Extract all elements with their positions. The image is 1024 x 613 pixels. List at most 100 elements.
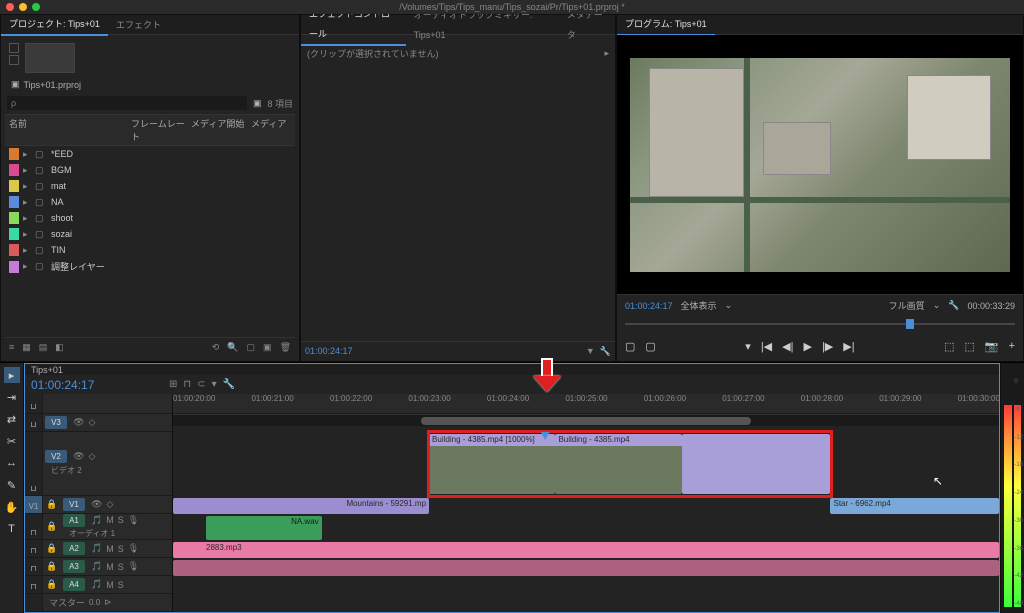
wrench-icon[interactable]: 🔧 [600, 346, 611, 356]
clip-mountains[interactable]: Mountains - 59291.mp [173, 498, 429, 514]
filter-icon[interactable]: ▼ [586, 346, 595, 356]
step-back-button[interactable]: ◀| [782, 340, 793, 353]
wrench-icon[interactable]: 🔧 [948, 300, 959, 311]
lock-icon[interactable]: ◇ [106, 499, 113, 510]
track-v2-badge[interactable]: V2 [45, 450, 67, 463]
new-item-icon[interactable]: ▣ [263, 342, 272, 353]
search-input[interactable] [7, 96, 247, 110]
clear-icon[interactable]: 🗑 [280, 342, 291, 353]
hand-tool[interactable]: ✋ [4, 499, 20, 515]
sort-icon[interactable]: ◧ [55, 342, 64, 353]
col-name[interactable]: 名前 [9, 117, 131, 143]
icon-view-toggle[interactable]: ▦ [22, 342, 31, 353]
step-forward-button[interactable]: |▶ [822, 340, 833, 353]
slip-tool[interactable]: ↔ [4, 455, 20, 471]
razor-tool[interactable]: ✂ [4, 433, 20, 449]
track-v3-badge[interactable]: V3 [45, 416, 67, 429]
col-media-start[interactable]: メディア開始 [191, 117, 251, 143]
track-a1-badge[interactable]: A1 [63, 514, 85, 527]
list-view-icon[interactable] [9, 43, 19, 53]
bin-row[interactable]: ▸▢sozai [5, 226, 295, 242]
icon-view-icon[interactable] [9, 55, 19, 65]
timeline-timecode[interactable]: 01:00:24:17 [31, 378, 161, 392]
col-framerate[interactable]: フレームレート [131, 117, 191, 143]
clip-star[interactable]: Star - 6962.mp4 [830, 498, 999, 514]
ripple-edit-tool[interactable]: ⇄ [4, 411, 20, 427]
lift-button[interactable]: ⬚ [944, 340, 954, 353]
toggle-output-icon[interactable]: 👁 [73, 451, 84, 462]
tab-effects[interactable]: エフェクト [108, 15, 169, 35]
clip-na-audio[interactable]: NA.wav [206, 516, 322, 540]
maximize-window-button[interactable] [32, 3, 40, 11]
toggle-output-icon[interactable]: 👁 [73, 417, 84, 428]
find-icon[interactable]: 🔍 [227, 342, 238, 353]
tab-program[interactable]: プログラム: Tips+01 [617, 14, 715, 36]
go-to-out-button[interactable]: ▶| [843, 340, 854, 353]
bin-row[interactable]: ▸▢mat [5, 178, 295, 194]
track-a2-badge[interactable]: A2 [63, 542, 85, 555]
clip-video-purple[interactable] [682, 434, 831, 494]
sequence-thumbnail[interactable] [25, 43, 75, 73]
toggle-output-icon[interactable]: 👁 [91, 499, 102, 510]
go-to-in-button[interactable]: |◀ [761, 340, 772, 353]
link-icon[interactable]: ⊂ [197, 379, 205, 390]
clip-audio-a3[interactable] [173, 560, 999, 576]
chevron-down-icon[interactable]: ⌄ [725, 300, 733, 311]
list-view-toggle[interactable]: ≡ [9, 342, 14, 353]
program-timecode-left[interactable]: 01:00:24:17 [625, 301, 673, 311]
sequence-tab[interactable]: Tips+01 [31, 365, 63, 375]
track-headers: ⊔ ⊔ V3 👁◇ ⊔ V2 👁◇ ビデオ 2 [25, 394, 173, 612]
timeline-scrollbar[interactable] [173, 414, 999, 426]
program-timecode-right: 00:00:33:29 [967, 301, 1015, 311]
type-tool[interactable]: T [4, 521, 20, 537]
clip-building-1[interactable]: Building - 4385.mp4 [1000%] [429, 434, 555, 494]
marker-icon[interactable]: ▾ [212, 379, 217, 390]
track-a4-badge[interactable]: A4 [63, 578, 85, 591]
freeform-view-toggle[interactable]: ▤ [39, 342, 48, 353]
track-a3-badge[interactable]: A3 [63, 560, 85, 573]
add-marker-button[interactable]: ▾ [745, 340, 751, 353]
clip-building-2[interactable]: Building - 4385.mp4 [555, 434, 681, 494]
new-bin-icon[interactable]: ▢ [247, 342, 256, 353]
ruler-tick: 01:00:28:00 [801, 394, 843, 403]
snap-icon[interactable]: ⊓ [183, 379, 191, 390]
ruler-tick: 01:00:20:00 [173, 394, 215, 403]
time-ruler[interactable]: 01:00:20:0001:00:21:0001:00:22:0001:00:2… [173, 394, 999, 414]
col-media[interactable]: メディア [251, 117, 291, 143]
program-scrubber[interactable] [625, 316, 1015, 332]
export-frame-button[interactable]: 📷 [985, 340, 999, 353]
bin-row[interactable]: ▸▢BGM [5, 162, 295, 178]
play-button[interactable]: ▶ [803, 340, 811, 353]
settings-icon[interactable]: 🔧 [223, 379, 235, 390]
selection-tool[interactable]: ▸ [4, 367, 20, 383]
close-window-button[interactable] [6, 3, 14, 11]
automate-icon[interactable]: ⟲ [212, 342, 220, 353]
program-monitor-video[interactable] [630, 58, 1010, 272]
bin-row[interactable]: ▸▢NA [5, 194, 295, 210]
lock-icon[interactable]: ◇ [88, 451, 95, 462]
track-select-tool[interactable]: ⇥ [4, 389, 20, 405]
quality-dropdown[interactable]: フル画質 [889, 299, 925, 312]
minimize-window-button[interactable] [19, 3, 27, 11]
bin-row[interactable]: ▸▢*EED [5, 146, 295, 162]
extract-button[interactable]: ⬚ [964, 340, 974, 353]
mark-in-button[interactable]: ▢ [625, 340, 635, 353]
chevron-right-icon[interactable]: ▸ [604, 48, 609, 59]
tab-project[interactable]: プロジェクト: Tips+01 [1, 14, 108, 36]
track-v1-badge[interactable]: V1 [63, 498, 85, 511]
bin-row[interactable]: ▸▢調整レイヤー [5, 258, 295, 275]
clip-2883-audio[interactable]: 2883.mp3 [173, 542, 999, 558]
fit-dropdown[interactable]: 全体表示 [681, 299, 717, 312]
pen-tool[interactable]: ✎ [4, 477, 20, 493]
bin-row[interactable]: ▸▢TIN [5, 242, 295, 258]
bin-row[interactable]: ▸▢shoot [5, 210, 295, 226]
mark-out-button[interactable]: ▢ [645, 340, 655, 353]
nest-icon[interactable]: ⊞ [169, 379, 177, 390]
folder-filter-icon[interactable]: ▣ [253, 98, 262, 109]
toolbox: ▸ ⇥ ⇄ ✂ ↔ ✎ ✋ T [0, 363, 24, 613]
chevron-down-icon[interactable]: ⌄ [933, 300, 941, 311]
lock-icon[interactable]: ◇ [88, 417, 95, 428]
effect-controls-panel: エフェクトコントロール オーディオトラックミキサー: Tips+01 メタデータ… [300, 14, 616, 362]
button-editor[interactable]: + [1009, 340, 1015, 353]
bin-list: ▸▢*EED▸▢BGM▸▢mat▸▢NA▸▢shoot▸▢sozai▸▢TIN▸… [5, 146, 295, 337]
